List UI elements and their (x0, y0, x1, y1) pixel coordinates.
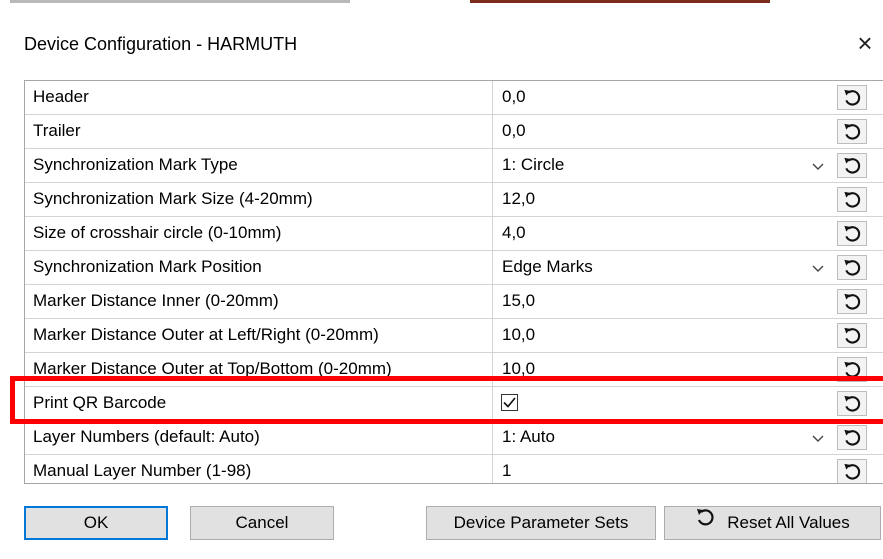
undo-arrow-icon (844, 429, 861, 446)
undo-arrow-icon (844, 225, 861, 242)
background-edge-left (10, 0, 350, 3)
cancel-button[interactable]: Cancel (190, 506, 334, 540)
undo-arrow-icon (844, 293, 861, 310)
property-name: Manual Layer Number (1-98) (33, 461, 252, 480)
chevron-down-icon[interactable] (811, 260, 825, 274)
property-name: Synchronization Mark Size (4-20mm) (33, 189, 313, 208)
background-edge-right (470, 0, 770, 3)
property-value: 1: Circle (502, 155, 565, 174)
property-dropdown[interactable]: 1: Circle (493, 149, 833, 182)
grid-row[interactable]: Synchronization Mark Position Edge Marks (25, 251, 883, 285)
ok-button[interactable]: OK (24, 506, 168, 540)
grid-row[interactable]: Synchronization Mark Type 1: Circle (25, 149, 883, 183)
reset-all-values-button[interactable]: Reset All Values (664, 506, 881, 540)
property-value: 4,0 (502, 223, 526, 242)
device-parameter-sets-button[interactable]: Device Parameter Sets (426, 506, 656, 540)
property-name: Trailer (33, 121, 81, 140)
property-value: 0,0 (502, 121, 526, 140)
property-name-cell: Synchronization Mark Size (4-20mm) (25, 183, 493, 216)
undo-arrow-icon (844, 463, 861, 480)
grid-row[interactable]: Header 0,0 (25, 81, 883, 115)
property-name-cell: Synchronization Mark Position (25, 251, 493, 284)
property-name-cell: Synchronization Mark Type (25, 149, 493, 182)
property-name-cell: Marker Distance Outer at Left/Right (0-2… (25, 319, 493, 352)
property-value-field[interactable]: 10,0 (493, 319, 833, 352)
property-value-field[interactable]: 0,0 (493, 115, 833, 148)
property-name: Marker Distance Inner (0-20mm) (33, 291, 279, 310)
undo-arrow-icon (844, 89, 861, 106)
property-dropdown[interactable]: 1: Auto (493, 421, 833, 454)
property-name-cell: Size of crosshair circle (0-10mm) (25, 217, 493, 250)
property-name-cell: Layer Numbers (default: Auto) (25, 421, 493, 454)
property-name-cell: Header (25, 81, 493, 114)
reset-value-button[interactable] (837, 425, 867, 450)
reset-value-button[interactable] (837, 119, 867, 144)
close-icon[interactable]: × (848, 26, 882, 60)
property-value-field[interactable]: 12,0 (493, 183, 833, 216)
reset-value-button[interactable] (837, 323, 867, 348)
chevron-down-icon[interactable] (811, 158, 825, 172)
property-name: Layer Numbers (default: Auto) (33, 427, 260, 446)
reset-value-button[interactable] (837, 153, 867, 178)
undo-arrow-icon (844, 259, 861, 276)
property-name-cell: Trailer (25, 115, 493, 148)
grid-row[interactable]: Manual Layer Number (1-98) 1 (25, 455, 883, 483)
reset-value-button[interactable] (837, 187, 867, 212)
reset-value-button[interactable] (837, 459, 867, 483)
chevron-down-icon[interactable] (811, 430, 825, 444)
grid-row[interactable]: Trailer 0,0 (25, 115, 883, 149)
undo-arrow-icon (844, 327, 861, 344)
property-value-field[interactable]: 15,0 (493, 285, 833, 318)
reset-value-button[interactable] (837, 255, 867, 280)
property-value-field[interactable]: 4,0 (493, 217, 833, 250)
property-value: 10,0 (502, 325, 536, 344)
property-name-cell: Manual Layer Number (1-98) (25, 455, 493, 483)
property-value: 1: Auto (502, 427, 555, 446)
reset-value-button[interactable] (837, 85, 867, 110)
title-bar: Device Configuration - HARMUTH × (0, 6, 883, 72)
property-value-field[interactable]: 1 (493, 455, 833, 483)
grid-row[interactable]: Size of crosshair circle (0-10mm) 4,0 (25, 217, 883, 251)
property-value-field[interactable]: 0,0 (493, 81, 833, 114)
property-value: 1 (502, 461, 512, 480)
reset-value-button[interactable] (837, 289, 867, 314)
undo-arrow-icon (844, 191, 861, 208)
property-name: Synchronization Mark Type (33, 155, 238, 174)
property-value: 0,0 (502, 87, 526, 106)
undo-arrow-icon (844, 123, 861, 140)
property-name: Marker Distance Outer at Left/Right (0-2… (33, 325, 379, 344)
property-value: 15,0 (502, 291, 536, 310)
reset-all-values-label: Reset All Values (727, 513, 850, 532)
undo-arrow-icon (695, 506, 715, 538)
property-value: Edge Marks (502, 257, 593, 276)
grid-row[interactable]: Synchronization Mark Size (4-20mm) 12,0 (25, 183, 883, 217)
grid-row[interactable]: Layer Numbers (default: Auto) 1: Auto (25, 421, 883, 455)
grid-row[interactable]: Marker Distance Inner (0-20mm) 15,0 (25, 285, 883, 319)
highlight-box (10, 376, 883, 424)
property-name-cell: Marker Distance Inner (0-20mm) (25, 285, 493, 318)
undo-arrow-icon (844, 157, 861, 174)
dialog-title: Device Configuration - HARMUTH (24, 34, 298, 54)
property-dropdown[interactable]: Edge Marks (493, 251, 833, 284)
grid-row[interactable]: Marker Distance Outer at Left/Right (0-2… (25, 319, 883, 353)
property-value: 12,0 (502, 189, 536, 208)
property-name: Size of crosshair circle (0-10mm) (33, 223, 282, 242)
reset-value-button[interactable] (837, 221, 867, 246)
property-name: Header (33, 87, 89, 106)
property-name: Synchronization Mark Position (33, 257, 262, 276)
